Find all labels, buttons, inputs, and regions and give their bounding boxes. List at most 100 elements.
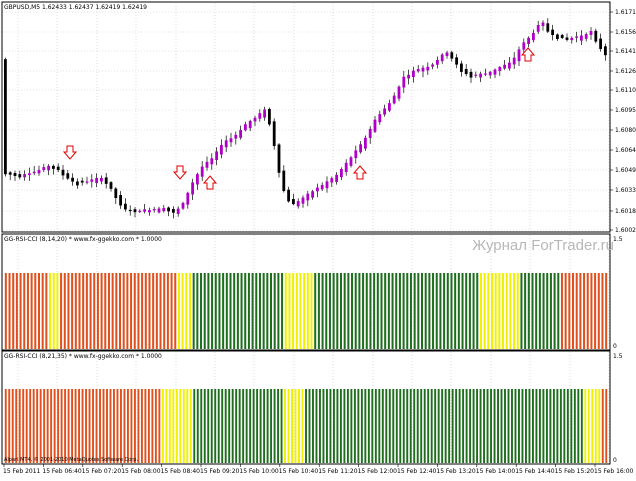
- candle-body: [148, 210, 151, 213]
- candle-body: [23, 174, 26, 178]
- candle-body: [402, 76, 406, 88]
- time-label: 15 Feb 08:40: [161, 468, 201, 475]
- candle-body: [416, 69, 420, 72]
- candle-body: [407, 74, 410, 79]
- candle-body: [349, 157, 353, 166]
- candle-body: [47, 165, 50, 171]
- candle-body: [200, 166, 204, 177]
- candle-body: [551, 29, 554, 35]
- time-label: 15 Feb 16:00: [594, 468, 634, 475]
- candle-body: [527, 37, 530, 45]
- price-label: 1.61105: [615, 87, 636, 94]
- candle-body: [503, 64, 506, 69]
- candle-body: [378, 114, 382, 123]
- candle-body: [392, 95, 396, 104]
- candle-body: [133, 209, 137, 213]
- candle-body: [162, 208, 166, 212]
- indicator-1-scale-top: 1.5: [613, 236, 623, 243]
- price-label: 1.60025: [615, 227, 636, 234]
- candle-body: [412, 70, 415, 78]
- price-label: 1.61260: [615, 68, 636, 75]
- candle-body: [330, 178, 334, 183]
- candle-body: [565, 37, 569, 40]
- candle-body: [450, 52, 454, 59]
- candle-body: [397, 86, 401, 99]
- indicator-1-title: GG-RSI-CCI (8,14,20) * www.fx-ggekko.com…: [4, 236, 162, 243]
- candle-body: [272, 121, 276, 147]
- price-pane[interactable]: [1, 1, 611, 233]
- terminal-window: GBPUSD,M5 1.62433 1.62437 1.62419 1.6241…: [0, 0, 636, 477]
- candle-body: [114, 188, 118, 199]
- candle-body: [152, 208, 156, 211]
- candle-body: [224, 140, 228, 148]
- candle-body: [320, 184, 324, 190]
- candle-body: [191, 182, 194, 195]
- candle-body: [239, 130, 242, 138]
- time-label: 15 Feb 11:20: [318, 468, 358, 475]
- candle-body: [100, 177, 103, 182]
- candle-body: [8, 172, 12, 175]
- chart-area[interactable]: GBPUSD,M5 1.62433 1.62437 1.62419 1.6241…: [0, 0, 636, 477]
- copyright: Alpari MT4, © 2001-2010 MetaQuotes Softw…: [4, 456, 138, 463]
- candle-body: [296, 201, 300, 207]
- candle-body: [90, 179, 94, 182]
- candle-body: [167, 207, 170, 212]
- candle-body: [575, 36, 578, 38]
- candle-body: [268, 108, 271, 125]
- candle-body: [253, 117, 257, 122]
- candle-body: [570, 37, 574, 41]
- candle-body: [186, 192, 190, 205]
- time-label: 15 Feb 14:00: [476, 468, 516, 475]
- candle-body: [325, 181, 329, 189]
- time-label: 15 Feb 06:40: [42, 468, 82, 475]
- candle-body: [344, 162, 348, 173]
- candle-body: [421, 67, 425, 72]
- watermark: Журнал ForTrader.ru: [472, 237, 614, 254]
- candle-body: [508, 62, 511, 69]
- candle-body: [143, 209, 146, 212]
- candle-body: [584, 34, 588, 39]
- candle-body: [263, 109, 266, 118]
- indicator-2-scale-bottom: 0: [613, 457, 617, 464]
- candle-body: [383, 108, 386, 115]
- candle-body: [32, 171, 36, 174]
- candle-body: [71, 177, 74, 182]
- indicator-2-scale-top: 1.5: [613, 353, 623, 360]
- candle-body: [176, 208, 180, 214]
- candle-body: [373, 119, 377, 132]
- candle-body: [157, 208, 161, 213]
- candle-body: [119, 195, 122, 206]
- candle-body: [546, 23, 550, 32]
- time-label: 15 Feb 13:20: [436, 468, 476, 475]
- indicator-2-histogram: [4, 389, 608, 463]
- time-label: 15 Feb 10:00: [239, 468, 279, 475]
- candle-body: [220, 145, 223, 155]
- candle-body: [426, 66, 430, 71]
- candle-body: [488, 71, 492, 76]
- candle-body: [431, 64, 434, 67]
- candle-body: [277, 144, 281, 173]
- candle-body: [287, 189, 290, 202]
- candle-body: [258, 113, 262, 119]
- candle-body: [484, 73, 487, 75]
- price-label: 1.61715: [615, 9, 636, 16]
- candle-body: [61, 169, 65, 176]
- candle-body: [445, 52, 449, 57]
- time-label: 15 Feb 12:00: [358, 468, 398, 475]
- price-label: 1.60490: [615, 167, 636, 174]
- candle-body: [172, 208, 175, 213]
- candle-body: [56, 166, 60, 171]
- candle-body: [455, 57, 458, 65]
- time-label: 15 Feb 15:20: [555, 468, 595, 475]
- indicator-2-title: GG-RSI-CCI (8,21,35) * www.fx-ggekko.com…: [4, 353, 162, 360]
- time-label: 15 Feb 2011: [3, 468, 41, 475]
- price-label: 1.61565: [615, 29, 636, 36]
- candle-body: [244, 124, 247, 131]
- candle-body: [42, 167, 46, 171]
- candle-body: [205, 161, 209, 168]
- candle-body: [580, 35, 583, 41]
- candle-body: [138, 210, 142, 212]
- candle-body: [512, 57, 516, 65]
- candle-body: [13, 173, 17, 176]
- candle-body: [80, 180, 84, 183]
